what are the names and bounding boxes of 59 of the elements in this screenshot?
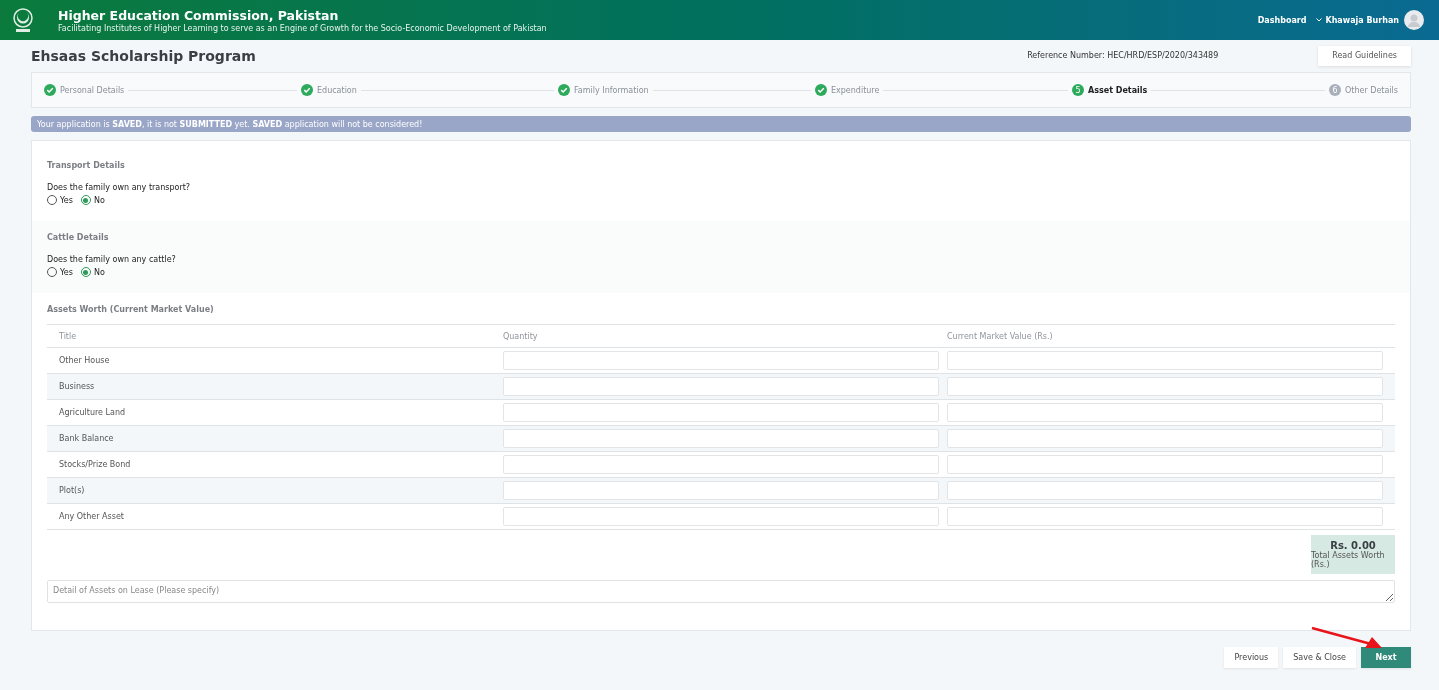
column-header: Current Market Value (Rs.) xyxy=(947,331,1054,341)
value-input[interactable] xyxy=(947,481,1383,500)
quantity-input[interactable] xyxy=(503,351,939,370)
dashboard-link[interactable]: Dashboard xyxy=(1257,15,1307,25)
reference-number: Reference Number: HEC/HRD/ESP/2020/343489 xyxy=(1027,51,1219,60)
question-label: Does the family own any cattle? xyxy=(47,255,177,264)
section-title: Transport Details xyxy=(47,161,126,170)
chevron-down-icon xyxy=(1316,18,1323,22)
emblem-logo xyxy=(10,5,36,35)
saved-alert: Your application is SAVED, it is not SUBMITTED yet. SAVED application will not be considered! xyxy=(31,116,1411,132)
value-input[interactable] xyxy=(947,403,1383,422)
next-button[interactable]: Next xyxy=(1361,647,1411,668)
asset-title: Other House xyxy=(58,356,111,365)
step-label[interactable]: Education xyxy=(317,85,357,95)
step-label[interactable]: Expenditure xyxy=(831,85,880,95)
total-value: Rs. 0.00 xyxy=(1330,540,1376,551)
pointer-arrow xyxy=(1311,626,1382,648)
quantity-input[interactable] xyxy=(503,481,939,500)
value-input[interactable] xyxy=(947,377,1383,396)
radio-label: No xyxy=(93,195,105,205)
value-input[interactable] xyxy=(947,507,1383,526)
save-close-button[interactable]: Save & Close xyxy=(1283,647,1356,668)
page-title: Ehsaas Scholarship Program xyxy=(31,47,257,64)
step-label[interactable]: Family Information xyxy=(574,85,649,95)
lease-textarea[interactable]: Detail of Assets on Lease (Please specify) xyxy=(47,580,1395,603)
radio-label: No xyxy=(93,267,105,277)
quantity-input[interactable] xyxy=(503,429,939,448)
radio-label: Yes xyxy=(60,267,73,277)
read-guidelines-button[interactable]: Read Guidelines xyxy=(1318,45,1411,66)
radio-label: Yes xyxy=(60,195,73,205)
step-label[interactable]: Asset Details xyxy=(1088,85,1148,95)
value-input[interactable] xyxy=(947,455,1383,474)
asset-title: Agriculture Land xyxy=(58,408,127,417)
user-menu[interactable]: Khawaja Burhan xyxy=(1316,15,1399,25)
quantity-input[interactable] xyxy=(503,403,939,422)
quantity-input[interactable] xyxy=(503,377,939,396)
section-title: Assets Worth (Current Market Value) xyxy=(47,305,215,314)
asset-title: Business xyxy=(58,382,96,391)
column-header: Title xyxy=(58,331,78,341)
step-label[interactable]: Personal Details xyxy=(60,85,125,95)
total-label: Total Assets Worth (Rs.) xyxy=(1311,551,1386,569)
question-label: Does the family own any transport? xyxy=(47,183,192,192)
step-label[interactable]: Other Details xyxy=(1345,85,1398,95)
step-number: 5 xyxy=(1072,84,1084,96)
asset-title: Stocks/Prize Bond xyxy=(58,460,132,469)
site-title: Higher Education Commission, Pakistan xyxy=(58,7,340,23)
quantity-input[interactable] xyxy=(503,507,939,526)
quantity-input[interactable] xyxy=(503,455,939,474)
asset-title: Bank Balance xyxy=(58,434,115,443)
value-input[interactable] xyxy=(947,429,1383,448)
asset-title: Plot(s) xyxy=(58,486,86,495)
site-tagline: Facilitating Institutes of Higher Learning to serve as an Engine of Growth for the Socio-Economic Development of Pakistan xyxy=(58,23,548,33)
previous-button[interactable]: Previous xyxy=(1224,647,1279,668)
section-title: Cattle Details xyxy=(47,233,110,242)
column-header: Quantity xyxy=(503,331,539,341)
step-number: 6 xyxy=(1329,84,1341,96)
value-input[interactable] xyxy=(947,351,1383,370)
avatar-icon[interactable] xyxy=(1404,10,1424,30)
asset-title: Any Other Asset xyxy=(58,512,125,521)
